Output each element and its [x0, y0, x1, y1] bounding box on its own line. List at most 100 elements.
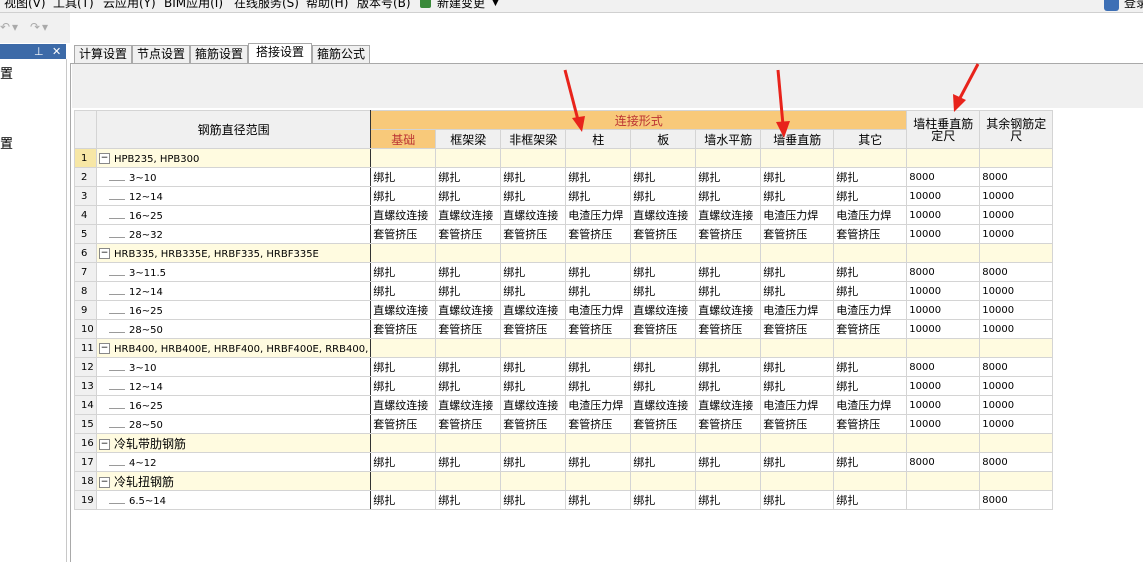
group-name-cell[interactable]: − 冷轧带肋钢筋 [95, 433, 372, 453]
connection-cell[interactable]: 直螺纹连接 [630, 395, 697, 415]
connection-cell[interactable]: 套管挤压 [695, 414, 762, 434]
group-row[interactable]: 1− HPB235, HPB300 [74, 148, 1054, 168]
connection-cell[interactable]: 绑扎 [630, 490, 697, 510]
connection-cell[interactable]: 绑扎 [833, 357, 908, 377]
connection-cell[interactable]: 电渣压力焊 [565, 205, 632, 225]
row-number[interactable]: 3 [74, 186, 97, 206]
group-name-cell[interactable]: − HRB400, HRB400E, HRBF400, HRBF400E, RRB… [95, 338, 372, 358]
collapse-icon[interactable]: − [99, 153, 110, 164]
wall-column-length-cell[interactable]: 10000 [906, 319, 981, 339]
diameter-range-cell[interactable]: 3~10 [95, 167, 372, 187]
wall-column-length-cell[interactable]: 8000 [906, 452, 981, 472]
connection-cell[interactable]: 绑扎 [760, 376, 835, 396]
connection-cell[interactable]: 绑扎 [630, 281, 697, 301]
connection-cell[interactable] [833, 471, 908, 491]
connection-cell[interactable]: 套管挤压 [760, 414, 835, 434]
diameter-range-cell[interactable]: 6.5~14 [95, 490, 372, 510]
connection-cell[interactable]: 电渣压力焊 [833, 395, 908, 415]
row-number[interactable]: 12 [74, 357, 97, 377]
connection-cell[interactable] [435, 433, 502, 453]
connection-cell[interactable]: 绑扎 [833, 376, 908, 396]
connection-cell[interactable]: 电渣压力焊 [760, 205, 835, 225]
left-panel-item[interactable]: 置 [0, 63, 13, 82]
connection-cell[interactable]: 绑扎 [370, 262, 437, 282]
connection-cell[interactable]: 绑扎 [565, 262, 632, 282]
connection-cell[interactable]: 套管挤压 [565, 224, 632, 244]
connection-cell[interactable] [565, 433, 632, 453]
collapse-icon[interactable]: − [99, 248, 110, 259]
other-length-cell[interactable]: 8000 [979, 262, 1054, 282]
connection-cell[interactable]: 绑扎 [760, 281, 835, 301]
connection-cell[interactable]: 绑扎 [435, 262, 502, 282]
row-number[interactable]: 10 [74, 319, 97, 339]
connection-cell[interactable]: 电渣压力焊 [565, 300, 632, 320]
connection-cell[interactable]: 套管挤压 [695, 319, 762, 339]
connection-cell[interactable] [500, 338, 567, 358]
chevron-down-icon[interactable]: ▾ [42, 20, 48, 34]
wall-column-length-cell[interactable] [906, 243, 981, 263]
wall-column-length-cell[interactable]: 10000 [906, 205, 981, 225]
table-row[interactable]: 9 16~25 直螺纹连接 直螺纹连接 直螺纹连接 电渣压力焊 直螺纹连接 直螺纹连接 电渣压力… [74, 300, 1054, 320]
connection-cell[interactable]: 绑扎 [833, 167, 908, 187]
connection-cell[interactable]: 绑扎 [833, 186, 908, 206]
connection-cell[interactable] [370, 433, 437, 453]
connection-cell[interactable]: 绑扎 [435, 376, 502, 396]
menu-view[interactable]: 视图(V) [4, 0, 46, 12]
connection-cell[interactable]: 套管挤压 [760, 319, 835, 339]
connection-cell[interactable]: 套管挤压 [833, 319, 908, 339]
undo-icon[interactable]: ↶ [0, 20, 10, 34]
connection-cell[interactable]: 绑扎 [695, 186, 762, 206]
connection-cell[interactable]: 绑扎 [500, 376, 567, 396]
row-number[interactable]: 18 [74, 471, 97, 491]
wall-column-length-cell[interactable]: 10000 [906, 186, 981, 206]
connection-cell[interactable] [435, 338, 502, 358]
other-length-cell[interactable]: 10000 [979, 319, 1054, 339]
diameter-range-cell[interactable]: 3~10 [95, 357, 372, 377]
other-length-cell[interactable]: 10000 [979, 395, 1054, 415]
redo-icon[interactable]: ↷ [30, 20, 40, 34]
other-length-cell[interactable]: 10000 [979, 376, 1054, 396]
connection-cell[interactable]: 绑扎 [630, 186, 697, 206]
diameter-range-cell[interactable]: 16~25 [95, 205, 372, 225]
connection-cell[interactable]: 直螺纹连接 [370, 395, 437, 415]
table-row[interactable]: 19 6.5~14 绑扎 绑扎 绑扎 绑扎 绑扎 绑扎 绑扎 绑扎 8000 [74, 490, 1054, 510]
connection-cell[interactable] [370, 338, 437, 358]
connection-cell[interactable]: 绑扎 [435, 357, 502, 377]
connection-cell[interactable]: 套管挤压 [565, 414, 632, 434]
diameter-range-cell[interactable]: 28~50 [95, 414, 372, 434]
wall-column-length-cell[interactable]: 10000 [906, 376, 981, 396]
connection-cell[interactable]: 绑扎 [370, 357, 437, 377]
connection-cell[interactable]: 直螺纹连接 [500, 300, 567, 320]
table-row[interactable]: 15 28~50 套管挤压 套管挤压 套管挤压 套管挤压 套管挤压 套管挤压 套管挤压 套管挤压 1… [74, 414, 1054, 434]
wall-column-length-cell[interactable]: 10000 [906, 395, 981, 415]
wall-column-length-cell[interactable] [906, 338, 981, 358]
wall-column-length-cell[interactable]: 8000 [906, 262, 981, 282]
connection-cell[interactable]: 套管挤压 [500, 224, 567, 244]
other-length-cell[interactable]: 10000 [979, 414, 1054, 434]
login-label[interactable]: 登录 [1124, 0, 1143, 12]
row-number[interactable]: 7 [74, 262, 97, 282]
tab-calculation-settings[interactable]: 计算设置 [74, 45, 132, 63]
connection-cell[interactable] [435, 243, 502, 263]
connection-cell[interactable] [760, 338, 835, 358]
connection-cell[interactable]: 绑扎 [435, 452, 502, 472]
connection-cell[interactable]: 绑扎 [565, 167, 632, 187]
connection-cell[interactable]: 绑扎 [370, 452, 437, 472]
connection-cell[interactable]: 绑扎 [760, 186, 835, 206]
connection-cell[interactable]: 绑扎 [565, 186, 632, 206]
tab-node-settings[interactable]: 节点设置 [132, 45, 190, 63]
connection-cell[interactable]: 直螺纹连接 [695, 395, 762, 415]
connection-cell[interactable]: 电渣压力焊 [833, 300, 908, 320]
connection-cell[interactable] [565, 471, 632, 491]
wall-column-length-cell[interactable] [906, 148, 981, 168]
collapse-icon[interactable]: − [99, 343, 110, 354]
connection-cell[interactable] [630, 433, 697, 453]
row-number[interactable]: 14 [74, 395, 97, 415]
connection-cell[interactable]: 绑扎 [760, 167, 835, 187]
connection-cell[interactable]: 绑扎 [695, 281, 762, 301]
connection-cell[interactable]: 套管挤压 [630, 319, 697, 339]
collapse-icon[interactable]: − [99, 439, 110, 450]
connection-cell[interactable]: 绑扎 [435, 167, 502, 187]
connection-cell[interactable]: 套管挤压 [630, 224, 697, 244]
other-length-cell[interactable] [979, 148, 1054, 168]
